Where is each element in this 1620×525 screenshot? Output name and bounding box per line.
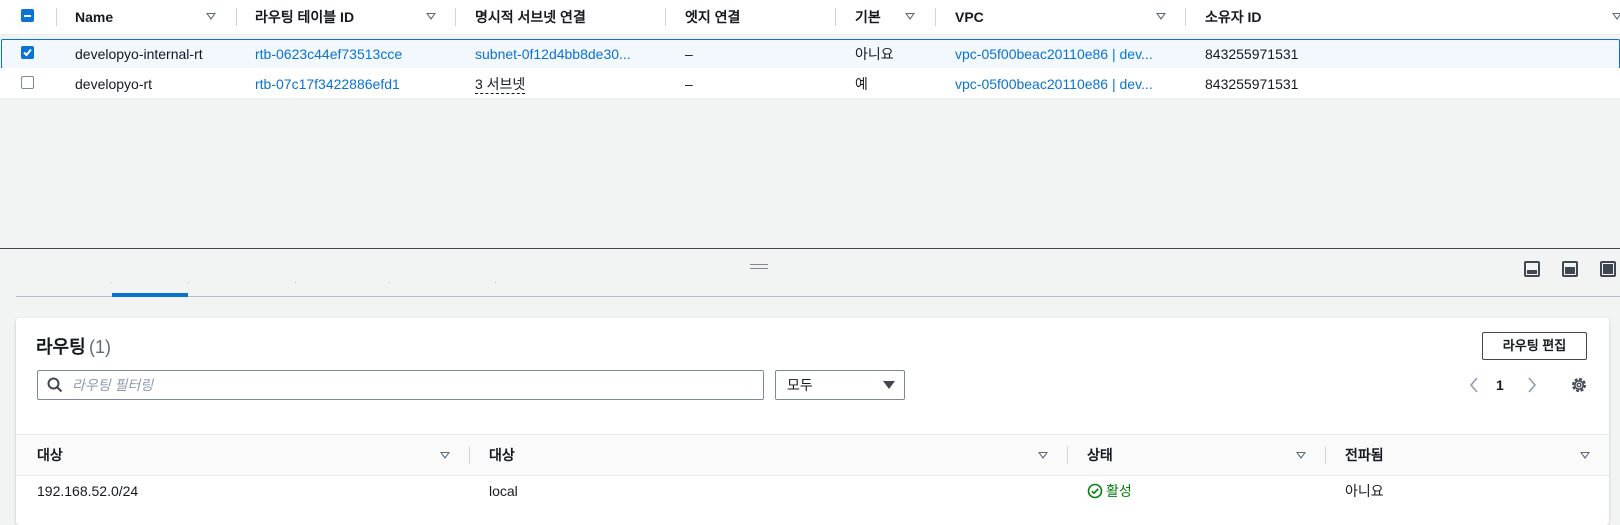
success-check-icon bbox=[1087, 483, 1103, 499]
row-edge-association: – bbox=[685, 76, 693, 92]
column-divider bbox=[56, 8, 57, 26]
row-name: developyo-rt bbox=[75, 76, 153, 92]
split-panel: 라우팅 (1) 라우팅 편집 라우팅 필터링 모두 1 대상 대상 상태 전파됨… bbox=[0, 249, 1620, 525]
column-divider bbox=[665, 8, 666, 26]
tab-active-indicator[interactable] bbox=[112, 293, 188, 297]
panel-half-icon[interactable] bbox=[1562, 261, 1578, 277]
tab-divider bbox=[295, 282, 296, 283]
row-vpc-link[interactable]: vpc-05f00beac20110e86 | dev... bbox=[955, 75, 1153, 93]
column-header-main[interactable]: 기본 bbox=[855, 8, 881, 26]
row-main: 예 bbox=[855, 76, 868, 92]
column-divider bbox=[1325, 446, 1326, 464]
column-header-name[interactable]: Name bbox=[75, 8, 113, 26]
column-divider bbox=[455, 8, 456, 26]
sort-caret-icon[interactable] bbox=[426, 13, 436, 20]
sort-caret-icon[interactable] bbox=[440, 452, 450, 459]
routes-column-propagated[interactable]: 전파됨 bbox=[1345, 446, 1384, 464]
checkmark-icon bbox=[23, 48, 32, 57]
gear-icon[interactable] bbox=[1570, 376, 1588, 394]
panel-full-icon[interactable] bbox=[1600, 261, 1616, 277]
row-subnet-link[interactable]: subnet-0f12d4bb8de30... bbox=[475, 45, 631, 63]
route-propagated: 아니요 bbox=[1345, 483, 1384, 499]
chevron-right-icon[interactable] bbox=[1527, 377, 1537, 393]
row-name: developyo-internal-rt bbox=[75, 46, 203, 62]
column-header-owner-id[interactable]: 소유자 ID bbox=[1205, 8, 1262, 26]
column-header-edge-association[interactable]: 엣지 연결 bbox=[685, 8, 740, 26]
tabs-baseline bbox=[16, 296, 1620, 297]
column-divider bbox=[1185, 8, 1186, 26]
table-row[interactable] bbox=[1, 39, 1620, 69]
column-header-vpc[interactable]: VPC bbox=[955, 8, 984, 26]
table-header bbox=[0, 0, 1620, 35]
sort-caret-icon[interactable] bbox=[905, 13, 915, 20]
route-status-select-value: 모두 bbox=[787, 377, 813, 393]
grip-line bbox=[750, 268, 768, 269]
routes-column-status[interactable]: 상태 bbox=[1087, 446, 1113, 464]
resize-grip-icon[interactable] bbox=[750, 263, 768, 271]
tab-divider bbox=[389, 282, 390, 283]
row-subnet-count-popover[interactable]: 3 서브넷 bbox=[475, 75, 526, 94]
search-icon bbox=[47, 377, 63, 393]
tab-divider bbox=[188, 282, 189, 283]
row-owner-id: 843255971531 bbox=[1205, 76, 1299, 92]
route-status-select[interactable]: 모두 bbox=[775, 370, 905, 400]
row-main: 아니요 bbox=[855, 46, 894, 62]
row-vpc-link[interactable]: vpc-05f00beac20110e86 | dev... bbox=[955, 45, 1153, 63]
routes-count: (1) bbox=[89, 337, 111, 357]
column-divider bbox=[835, 8, 836, 26]
row-owner-id: 843255971531 bbox=[1205, 46, 1299, 62]
tab-divider bbox=[110, 282, 111, 283]
edit-routes-button[interactable]: 라우팅 편집 bbox=[1482, 332, 1587, 360]
row-checkbox[interactable] bbox=[21, 76, 34, 89]
route-target: local bbox=[489, 483, 518, 499]
sort-caret-icon[interactable] bbox=[1580, 452, 1590, 459]
row-route-table-id-link[interactable]: rtb-07c17f3422886efd1 bbox=[255, 75, 400, 93]
panel-bottom-icon[interactable] bbox=[1524, 261, 1540, 277]
row-route-table-id-link[interactable]: rtb-0623c44ef73513cce bbox=[255, 45, 402, 63]
edit-routes-button-label: 라우팅 편집 bbox=[1502, 338, 1567, 353]
sort-caret-icon[interactable] bbox=[1612, 13, 1620, 20]
select-all-checkbox[interactable] bbox=[21, 9, 34, 22]
route-filter-placeholder: 라우팅 필터링 bbox=[72, 377, 154, 393]
sort-caret-icon[interactable] bbox=[206, 13, 216, 20]
sort-caret-icon[interactable] bbox=[1038, 452, 1048, 459]
route-filter-input[interactable]: 라우팅 필터링 bbox=[37, 370, 764, 400]
route-status: 활성 bbox=[1106, 483, 1132, 499]
routes-column-destination[interactable]: 대상 bbox=[37, 446, 63, 464]
column-divider bbox=[1067, 446, 1068, 464]
sort-caret-icon[interactable] bbox=[1296, 452, 1306, 459]
route-destination: 192.168.52.0/24 bbox=[37, 483, 139, 499]
page-number[interactable]: 1 bbox=[1496, 376, 1504, 394]
column-header-subnet-association[interactable]: 명시적 서브넷 연결 bbox=[475, 8, 586, 26]
grip-line bbox=[750, 264, 768, 265]
column-divider bbox=[236, 8, 237, 26]
column-divider bbox=[469, 446, 470, 464]
sort-caret-icon[interactable] bbox=[1156, 13, 1166, 20]
indeterminate-mark bbox=[24, 15, 31, 17]
routes-title: 라우팅 bbox=[36, 337, 86, 357]
route-tables-table: Name 라우팅 테이블 ID 명시적 서브넷 연결 엣지 연결 기본 VPC … bbox=[0, 0, 1620, 248]
tab-divider bbox=[495, 282, 496, 283]
routes-container: 라우팅 (1) 라우팅 편집 라우팅 필터링 모두 1 대상 대상 상태 전파됨… bbox=[16, 318, 1609, 525]
row-edge-association: – bbox=[685, 46, 693, 62]
column-divider bbox=[935, 8, 936, 26]
table-row[interactable] bbox=[0, 68, 1620, 99]
chevron-left-icon[interactable] bbox=[1469, 377, 1479, 393]
column-header-route-table-id[interactable]: 라우팅 테이블 ID bbox=[255, 8, 354, 26]
select-caret-icon bbox=[883, 381, 895, 389]
row-checkbox[interactable] bbox=[21, 46, 34, 59]
routes-column-target[interactable]: 대상 bbox=[489, 446, 515, 464]
